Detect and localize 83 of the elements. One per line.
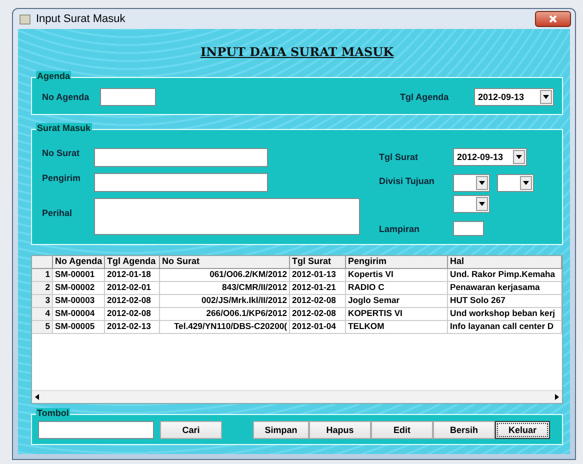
column-header[interactable]: Tgl Agenda [105,256,160,269]
date-dropdown[interactable]: 2012-09-13 [474,88,554,106]
row-number[interactable]: 1 [32,269,53,282]
column-header[interactable]: No Agenda [53,256,105,269]
column-header[interactable]: No Surat [160,256,290,269]
table-cell: 002/JS/Mrk.Ikl/II/2012 [160,295,290,308]
table-cell: SM-00001 [53,269,105,282]
corner-header [32,256,53,269]
no-surat-field[interactable] [94,148,268,167]
form-heading: INPUT DATA SURAT MASUK [199,45,395,59]
table-cell: 2012-02-08 [290,308,346,321]
row-number[interactable]: 4 [32,308,53,321]
field-label: No Surat [42,148,81,158]
table-cell: 2012-02-08 [290,295,346,308]
dropdown-button[interactable] [513,150,525,164]
date-dropdown[interactable]: 2012-09-13 [453,148,527,166]
table-cell: 2012-02-01 [105,282,160,295]
table-cell: Tel.429/YN110/DBS-C20200( [160,321,290,334]
group-legend: Agenda [36,71,72,81]
table-cell: 061/O06.2/KM/2012 [160,269,290,282]
horizontal-scrollbar[interactable] [32,390,562,403]
table-cell: Kopertis VI [346,269,448,282]
perihal-field[interactable] [94,198,360,235]
table-cell: HUT Solo 267 [448,295,562,308]
column-header[interactable]: Tgl Surat [290,256,346,269]
field-label: Pengirim [42,173,82,183]
action-button[interactable]: Keluar [495,421,550,439]
row-number[interactable]: 2 [32,282,53,295]
action-button[interactable]: Simpan [253,421,309,439]
table-cell: 266/O06.1/KP6/2012 [160,308,290,321]
column-header[interactable]: Hal [448,256,562,269]
caret-icon [479,202,485,206]
caret-icon [479,181,485,185]
row-number[interactable]: 3 [32,295,53,308]
table-cell: 843/CMR/II/2012 [160,282,290,295]
table-cell: SM-00004 [53,308,105,321]
group-legend: Tombol [36,408,70,418]
field-label: Perihal [42,208,74,218]
field-label: Lampiran [379,224,421,234]
table-cell: 2012-01-04 [290,321,346,334]
close-icon [549,15,557,23]
dropdown-button[interactable] [476,197,488,211]
table-cell: Und workshop beban kerj [448,308,562,321]
field-label: Divisi Tujuan [379,176,436,186]
pengirim-field[interactable] [94,173,268,192]
table-cell: 2012-01-18 [105,269,160,282]
table-cell: Info layanan call center D [448,321,562,334]
app-icon [19,13,31,25]
table-cell: SM-00005 [53,321,105,334]
column-header[interactable]: Pengirim [346,256,448,269]
table-cell: Penawaran kerjasama [448,282,562,295]
caret-icon [523,181,529,185]
action-button[interactable]: Bersih [433,421,495,439]
no-agenda-field[interactable] [100,88,156,106]
action-button[interactable]: Edit [371,421,433,439]
table-cell: 2012-01-13 [290,269,346,282]
table-cell: SM-00003 [53,295,105,308]
close-button[interactable] [535,11,571,27]
table-cell: TELKOM [346,321,448,334]
table-cell: SM-00002 [53,282,105,295]
window-title: Input Surat Masuk [36,13,126,25]
table-cell: 2012-02-13 [105,321,160,334]
dropdown-button[interactable] [540,90,552,104]
action-button[interactable]: Hapus [309,421,371,439]
action-button[interactable]: Cari [160,421,222,439]
row-number[interactable]: 5 [32,321,53,334]
search-field[interactable] [38,421,154,439]
table-cell: 2012-01-21 [290,282,346,295]
group-legend: Surat Masuk [36,123,92,133]
table-cell: RADIO C [346,282,448,295]
dropdown-button[interactable] [476,176,488,190]
table-cell: KOPERTIS VI [346,308,448,321]
caret-icon [516,155,522,159]
table-cell: 2012-02-08 [105,295,160,308]
field-label: Tgl Agenda [400,92,450,102]
table-cell: Und. Rakor Pimp.Kemaha [448,269,562,282]
dropdown-button[interactable] [520,176,532,190]
caret-icon [543,95,549,99]
field-label: No Agenda [42,92,90,102]
lampiran-field[interactable] [453,221,484,236]
table-cell: 2012-02-08 [105,308,160,321]
table-cell: Joglo Semar [346,295,448,308]
field-label: Tgl Surat [379,152,420,162]
